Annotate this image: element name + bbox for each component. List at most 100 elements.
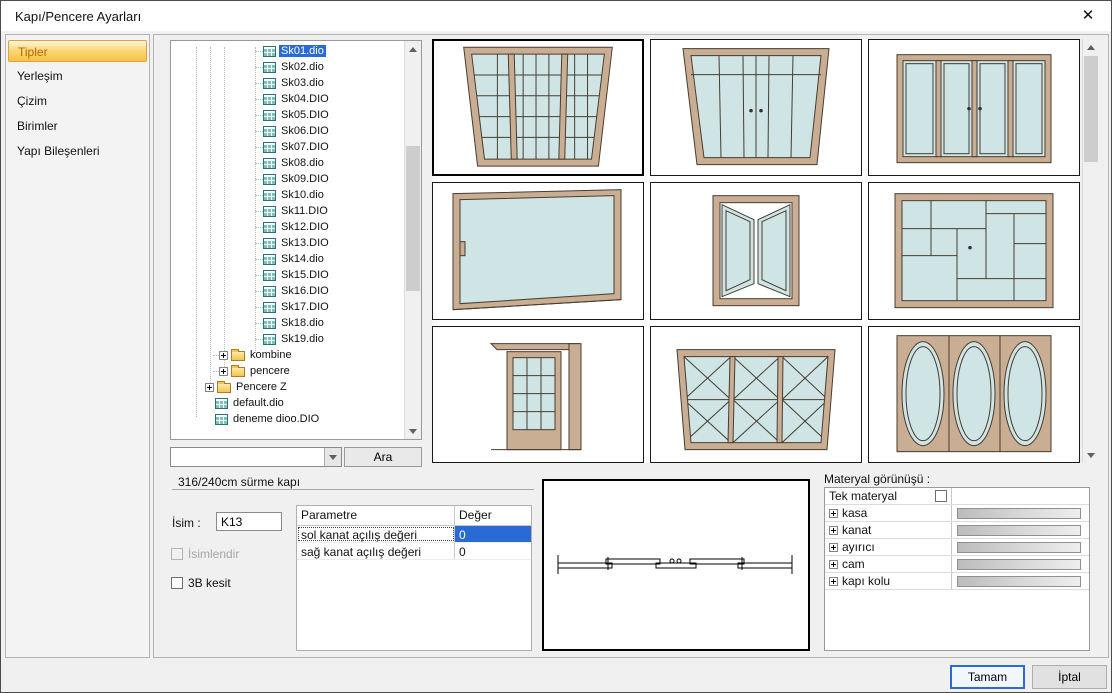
sidebar-item-yapi-bilesenleri[interactable]: Yapı Bileşenleri [8,140,147,162]
material-color-swatch[interactable] [957,542,1081,553]
scroll-down-icon[interactable] [1083,447,1099,463]
expand-icon[interactable] [829,560,838,569]
type-thumbnail-4[interactable] [432,182,644,319]
scroll-up-icon[interactable] [1083,39,1099,55]
material-color-swatch[interactable] [957,559,1081,570]
tree-item[interactable]: Sk03.dio [171,75,404,91]
scroll-down-icon[interactable] [405,423,421,439]
single-material-checkbox[interactable] [935,490,947,502]
param-header-value[interactable]: Değer [455,506,531,525]
tree-item[interactable]: Sk16.DIO [171,283,404,299]
param-row[interactable]: sol kanat açılış değeri 0 [297,526,531,543]
close-icon[interactable]: ✕ [1077,6,1099,26]
tree-item[interactable]: Sk18.dio [171,315,404,331]
tree-item-label: default.dio [231,397,286,409]
kesit-row: 3B kesit [171,576,231,590]
tamam-button[interactable]: Tamam [950,665,1025,689]
tree-item-label: Sk10.dio [279,189,326,201]
tree-item[interactable]: Sk12.DIO [171,219,404,235]
material-row-kanat[interactable]: kanat [825,522,1089,539]
kesit-label: 3B kesit [188,576,231,590]
folder-icon [231,351,245,361]
dio-file-icon [263,286,276,297]
preview-scrollbar[interactable] [1082,39,1099,463]
tree-item[interactable]: Sk06.DIO [171,123,404,139]
tree-item[interactable]: Sk14.dio [171,251,404,267]
param-header-name[interactable]: Parametre [297,506,455,525]
material-row-cam[interactable]: cam [825,556,1089,573]
type-caption-line [172,489,534,490]
tree-item[interactable]: Sk01.dio [171,43,404,59]
tree-item-label: Sk15.DIO [279,269,331,281]
dio-file-icon [263,46,276,57]
param-row[interactable]: sağ kanat açılış değeri 0 [297,543,531,560]
scrollbar-thumb[interactable] [406,146,420,291]
tree-scrollbar[interactable] [404,41,421,439]
tree-item[interactable]: Sk13.DIO [171,235,404,251]
type-thumbnail-8[interactable] [650,326,862,463]
tree-item[interactable]: Sk04.DIO [171,91,404,107]
combobox-dropdown-icon[interactable] [324,448,341,466]
type-thumbnail-7[interactable] [432,326,644,463]
name-input[interactable] [216,512,282,531]
tree-item[interactable]: Sk11.DIO [171,203,404,219]
tree-item[interactable]: Sk07.DIO [171,139,404,155]
type-thumbnail-3[interactable] [868,39,1080,176]
tree-item-label: deneme dioo.DIO [231,413,321,425]
type-thumbnail-1[interactable] [432,39,644,176]
scrollbar-thumb[interactable] [1084,56,1098,162]
tree-item[interactable]: Sk09.DIO [171,171,404,187]
tree-item-label: Sk01.dio [279,45,326,57]
param-value[interactable]: 0 [455,543,531,559]
material-color-swatch[interactable] [957,576,1081,587]
type-thumbnail-2[interactable] [650,39,862,176]
sidebar: Tipler Yerleşim Çizim Birimler Yapı Bile… [5,34,150,658]
tree-item-folder[interactable]: Pencere Z [171,379,404,395]
sidebar-item-birimler[interactable]: Birimler [8,115,147,137]
isimlendir-checkbox[interactable] [171,548,183,560]
material-color-swatch[interactable] [957,508,1081,519]
sidebar-item-tipler[interactable]: Tipler [8,40,147,62]
tree-item-label: Sk08.dio [279,157,326,169]
tree-item-folder[interactable]: pencere [171,363,404,379]
expand-icon[interactable] [219,351,228,360]
param-name[interactable]: sağ kanat açılış değeri [297,543,455,559]
tree-item[interactable]: Sk15.DIO [171,267,404,283]
material-row-kasa[interactable]: kasa [825,505,1089,522]
tree-item[interactable]: Sk08.dio [171,155,404,171]
tree-item[interactable]: deneme dioo.DIO [171,411,404,427]
expand-icon[interactable] [205,383,214,392]
tree-item-folder[interactable]: kombine [171,347,404,363]
tree-item[interactable]: Sk10.dio [171,187,404,203]
sidebar-item-cizim[interactable]: Çizim [8,90,147,112]
expand-icon[interactable] [219,367,228,376]
type-thumbnail-5[interactable] [650,182,862,319]
tree-item-label: Sk16.DIO [279,285,331,297]
tree-item[interactable]: Sk17.DIO [171,299,404,315]
dio-file-icon [263,126,276,137]
type-thumbnail-6[interactable] [868,182,1080,319]
param-value[interactable]: 0 [455,526,531,542]
param-name[interactable]: sol kanat açılış değeri [297,526,455,542]
material-color-swatch[interactable] [957,525,1081,536]
dialog-title: Kapı/Pencere Ayarları [15,9,141,24]
expand-icon[interactable] [829,526,838,535]
material-row-ayirici[interactable]: ayırıcı [825,539,1089,556]
sidebar-item-yerlesim[interactable]: Yerleşim [8,65,147,87]
scroll-up-icon[interactable] [405,41,421,57]
kesit-checkbox[interactable] [171,577,183,589]
expand-icon[interactable] [829,509,838,518]
type-thumbnail-9[interactable] [868,326,1080,463]
ara-button[interactable]: Ara [344,447,422,467]
expand-icon[interactable] [829,543,838,552]
tree-item-label: kombine [248,349,294,361]
expand-icon[interactable] [829,577,838,586]
dio-file-icon [263,222,276,233]
tree-item[interactable]: Sk05.DIO [171,107,404,123]
material-row-kapi-kolu[interactable]: kapı kolu [825,573,1089,590]
tree-item[interactable]: default.dio [171,395,404,411]
search-combobox[interactable] [170,447,342,467]
tree-item[interactable]: Sk02.dio [171,59,404,75]
tree-item[interactable]: Sk19.dio [171,331,404,347]
iptal-button[interactable]: İptal [1032,665,1107,689]
